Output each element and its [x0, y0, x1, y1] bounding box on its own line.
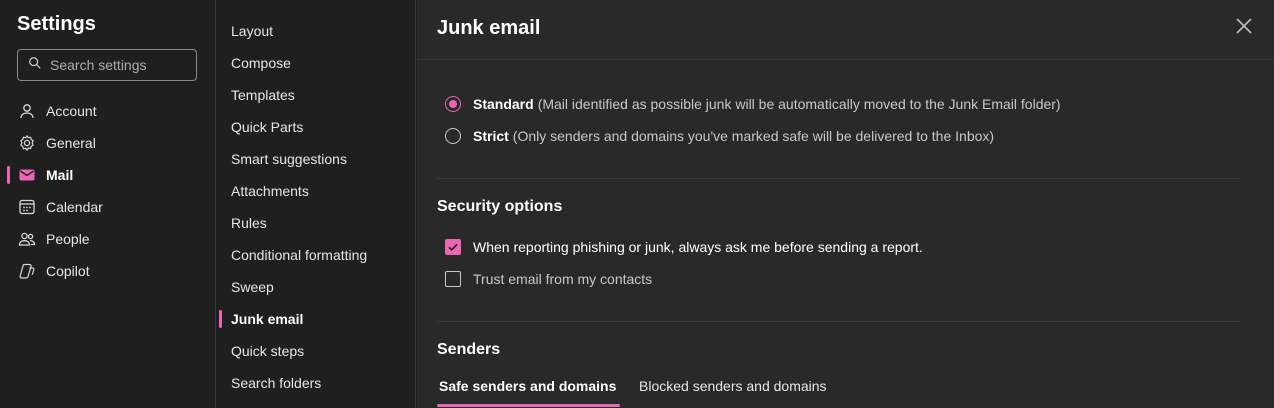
security-option-trust-contacts[interactable]: Trust email from my contacts: [445, 267, 652, 291]
nav-item-label: Account: [46, 103, 97, 119]
security-option-ask-before-report[interactable]: When reporting phishing or junk, always …: [445, 235, 923, 259]
checkbox-ask-before-report[interactable]: [445, 239, 461, 255]
option-label: Standard: [473, 96, 534, 112]
nav-item-label: Mail: [46, 167, 74, 183]
nav-item-label: Copilot: [46, 263, 90, 279]
submenu-item-search-folders[interactable]: Search folders: [217, 367, 416, 399]
security-options-title: Security options: [437, 198, 563, 215]
nav-item-people[interactable]: People: [0, 223, 216, 255]
calendar-icon: [18, 198, 36, 216]
submenu-item-conditional-formatting[interactable]: Conditional formatting: [217, 239, 416, 271]
nav-item-general[interactable]: General: [0, 127, 216, 159]
search-icon: [28, 56, 42, 75]
search-box[interactable]: [17, 49, 197, 81]
submenu-item-templates[interactable]: Templates: [217, 79, 416, 111]
radio-strict[interactable]: [445, 128, 461, 144]
radio-standard[interactable]: [445, 96, 461, 112]
senders-title: Senders: [437, 341, 501, 358]
nav-item-account[interactable]: Account: [0, 95, 216, 127]
nav-item-label: People: [46, 231, 90, 247]
checkmark-icon: [448, 243, 458, 251]
tab-safe-senders[interactable]: Safe senders and domains: [436, 378, 621, 407]
settings-title: Settings: [17, 13, 96, 35]
filter-option-strict[interactable]: Strict (Only senders and domains you've …: [445, 124, 994, 148]
nav-item-label: Calendar: [46, 199, 103, 215]
people-icon: [18, 230, 36, 248]
nav-item-label: General: [46, 135, 96, 151]
submenu-item-sweep[interactable]: Sweep: [217, 271, 416, 303]
copilot-icon: [18, 262, 36, 280]
person-icon: [18, 102, 36, 120]
option-label: When reporting phishing or junk, always …: [473, 239, 923, 255]
mail-icon: [18, 166, 36, 184]
mail-submenu: Layout Compose Templates Quick Parts Sma…: [217, 0, 416, 408]
option-label: Trust email from my contacts: [473, 271, 653, 287]
settings-sidebar: Settings Account General Mail Calendar: [0, 0, 216, 408]
submenu-item-quick-steps[interactable]: Quick steps: [217, 335, 416, 367]
section-divider: [437, 178, 1239, 179]
nav-item-calendar[interactable]: Calendar: [0, 191, 216, 223]
nav-item-copilot[interactable]: Copilot: [0, 255, 216, 287]
option-description: (Mail identified as possible junk will b…: [537, 96, 1061, 112]
submenu-item-quick-parts[interactable]: Quick Parts: [217, 111, 416, 143]
section-divider: [437, 321, 1239, 322]
junk-email-panel: Junk email Standard (Mail identified as …: [417, 0, 1274, 408]
nav-item-mail[interactable]: Mail: [0, 159, 216, 191]
page-title: Junk email: [437, 17, 541, 39]
filter-option-standard[interactable]: Standard (Mail identified as possible ju…: [445, 92, 1061, 116]
close-button[interactable]: [1232, 16, 1256, 40]
header-divider: [417, 59, 1274, 60]
submenu-item-smart-suggestions[interactable]: Smart suggestions: [217, 143, 416, 175]
gear-icon: [18, 134, 36, 152]
close-icon: [1234, 16, 1254, 41]
option-label: Strict: [473, 128, 509, 144]
option-description: (Only senders and domains you've marked …: [512, 128, 995, 144]
submenu-item-layout[interactable]: Layout: [217, 15, 416, 47]
tab-blocked-senders[interactable]: Blocked senders and domains: [639, 378, 827, 404]
submenu-item-junk-email[interactable]: Junk email: [217, 303, 416, 335]
submenu-item-rules[interactable]: Rules: [217, 207, 416, 239]
submenu-item-attachments[interactable]: Attachments: [217, 175, 416, 207]
search-input[interactable]: [50, 57, 190, 73]
checkbox-trust-contacts[interactable]: [445, 271, 461, 287]
submenu-item-compose[interactable]: Compose: [217, 47, 416, 79]
